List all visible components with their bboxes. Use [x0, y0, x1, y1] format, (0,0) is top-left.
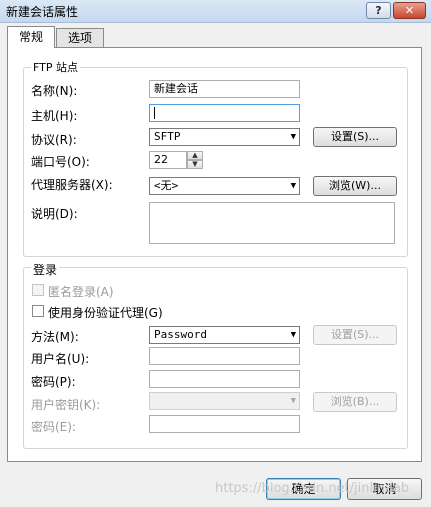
tab-options[interactable]: 选项	[56, 28, 104, 47]
port-decrement-icon[interactable]: ▼	[187, 160, 203, 169]
passphrase-field[interactable]	[149, 415, 300, 433]
login-legend: 登录	[31, 261, 60, 278]
chevron-down-icon: ▼	[290, 330, 296, 340]
help-button[interactable]: ?	[366, 2, 391, 19]
agent-checkbox[interactable]	[32, 305, 44, 317]
host-field[interactable]	[149, 104, 300, 122]
agent-label: 使用身份验证代理(G)	[48, 306, 163, 320]
passphrase-label: 密码(E):	[31, 420, 76, 434]
tab-general[interactable]: 常规	[7, 26, 55, 48]
proxy-browse-button[interactable]: 浏览(W)...	[313, 176, 397, 196]
anonymous-checkbox[interactable]	[32, 284, 44, 296]
port-label: 端口号(O):	[31, 155, 90, 169]
close-button[interactable]: ✕	[393, 2, 426, 19]
description-field[interactable]	[149, 202, 395, 244]
proxy-label: 代理服务器(X):	[31, 178, 113, 192]
anonymous-label: 匿名登录(A)	[48, 285, 114, 299]
port-field[interactable]: 22	[149, 151, 187, 169]
protocol-settings-button[interactable]: 设置(S)...	[313, 127, 397, 147]
protocol-select[interactable]: SFTP ▼	[149, 128, 300, 146]
password-field[interactable]	[149, 370, 300, 388]
username-field[interactable]	[149, 347, 300, 365]
username-label: 用户名(U):	[31, 352, 90, 366]
proxy-select[interactable]: <无> ▼	[149, 177, 300, 195]
method-select[interactable]: Password ▼	[149, 326, 300, 344]
user-key-browse-button[interactable]: 浏览(B)...	[313, 392, 397, 412]
name-label: 名称(N):	[31, 84, 78, 98]
user-key-select[interactable]: ▼	[149, 392, 300, 410]
proxy-value: <无>	[154, 179, 179, 192]
chevron-down-icon: ▼	[290, 181, 296, 191]
chevron-down-icon: ▼	[290, 396, 296, 406]
text-caret	[154, 107, 155, 119]
watermark: https://blog.csdn.net/jinlinaab	[215, 481, 410, 496]
password-label: 密码(P):	[31, 375, 76, 389]
method-label: 方法(M):	[31, 330, 79, 344]
method-value: Password	[154, 328, 207, 341]
window-title: 新建会话属性	[6, 5, 79, 19]
host-label: 主机(H):	[31, 109, 78, 123]
chevron-down-icon: ▼	[290, 132, 296, 142]
protocol-value: SFTP	[154, 130, 181, 143]
name-field[interactable]: 新建会话	[149, 80, 300, 98]
ftp-site-legend: FTP 站点	[31, 59, 80, 75]
port-increment-icon[interactable]: ▲	[187, 151, 203, 160]
description-label: 说明(D):	[31, 207, 78, 221]
protocol-label: 协议(R):	[31, 133, 77, 147]
method-settings-button[interactable]: 设置(S)...	[313, 325, 397, 345]
user-key-label: 用户密钥(K):	[31, 398, 101, 412]
